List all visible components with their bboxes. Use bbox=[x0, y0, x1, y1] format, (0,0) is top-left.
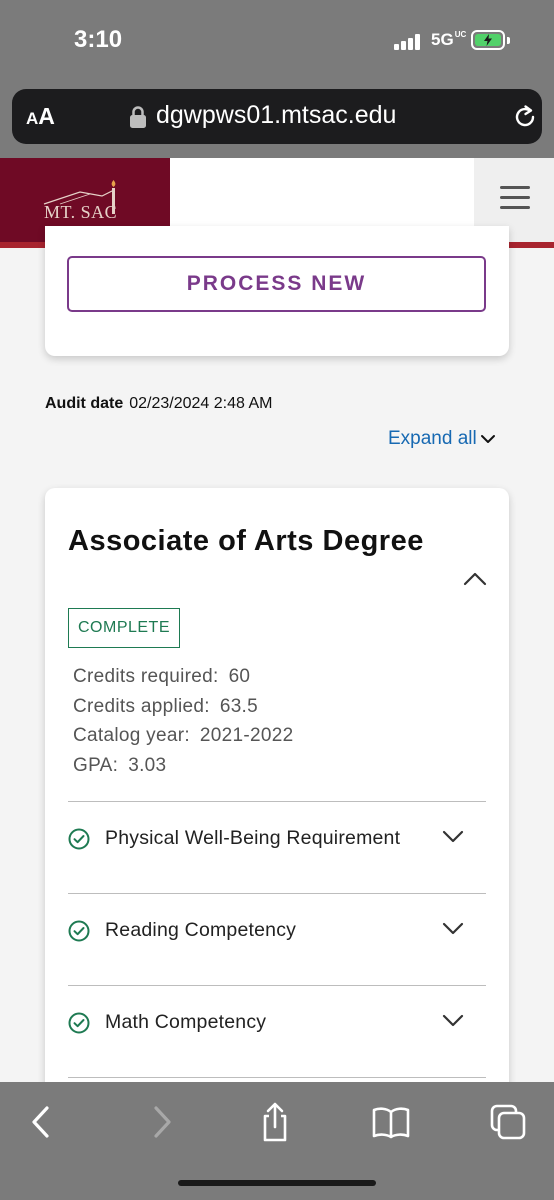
reader-text-size-button[interactable]: AA bbox=[26, 103, 55, 130]
network-sub: UC bbox=[454, 30, 467, 39]
detail-credits-required: Credits required: 60 bbox=[73, 666, 251, 687]
url-text[interactable]: dgwpws01.mtsac.edu bbox=[156, 101, 396, 130]
detail-catalog-year: Catalog year: 2021-2022 bbox=[73, 725, 294, 746]
requirement-row[interactable]: Math Competency bbox=[68, 985, 486, 1077]
address-bar[interactable]: AA dgwpws01.mtsac.edu bbox=[12, 89, 542, 144]
battery-cap bbox=[507, 37, 510, 44]
requirement-row[interactable]: Physical Well-Being Requirement bbox=[68, 801, 486, 893]
check-circle-icon bbox=[68, 828, 90, 850]
chevron-down-icon[interactable] bbox=[442, 922, 464, 936]
detail-credits-applied: Credits applied: 63.5 bbox=[73, 695, 259, 717]
bookmarks-icon[interactable] bbox=[371, 1102, 411, 1142]
chevron-down-icon[interactable] bbox=[442, 1014, 464, 1028]
network-type: 5G bbox=[431, 30, 454, 49]
degree-card: Associate of Arts Degree COMPLETE Credit… bbox=[45, 488, 509, 1128]
check-circle-icon bbox=[68, 920, 90, 942]
expand-all-label[interactable]: Expand all bbox=[388, 428, 477, 450]
network-indicator: 5GUC bbox=[431, 30, 466, 50]
expand-all-link[interactable]: Expand all bbox=[388, 428, 496, 450]
requirement-label[interactable]: Math Competency bbox=[105, 1011, 266, 1034]
degree-details: Credits required: 60 Credits applied: 63.5… bbox=[73, 662, 293, 780]
chevron-down-icon[interactable] bbox=[442, 830, 464, 844]
share-icon[interactable] bbox=[255, 1102, 295, 1142]
chevron-up-icon[interactable] bbox=[463, 570, 487, 586]
cellular-signal-icon bbox=[394, 34, 424, 50]
process-new-button[interactable]: PROCESS NEW bbox=[67, 256, 486, 312]
status-time: 3:10 bbox=[74, 26, 123, 53]
requirement-row[interactable]: Reading Competency bbox=[68, 893, 486, 985]
actions-card: PROCESS NEW bbox=[45, 226, 509, 356]
tabs-icon[interactable] bbox=[488, 1102, 528, 1142]
degree-title: Associate of Arts Degree bbox=[68, 525, 424, 557]
status-bar: 3:10 5GUC bbox=[0, 0, 554, 84]
detail-gpa: GPA: 3.03 bbox=[73, 754, 167, 776]
audit-date-label: Audit date bbox=[45, 395, 124, 412]
back-icon[interactable] bbox=[22, 1102, 62, 1142]
hamburger-menu-icon[interactable] bbox=[500, 186, 530, 210]
audit-date: Audit date 02/23/2024 2:48 AM bbox=[45, 395, 272, 413]
requirements-list: Physical Well-Being Requirement Reading … bbox=[68, 801, 486, 1078]
browser-chrome: 3:10 5GUC AA dgwpws01.mtsac.edu bbox=[0, 0, 554, 158]
forward-icon[interactable] bbox=[141, 1102, 181, 1142]
status-badge: COMPLETE bbox=[68, 608, 180, 648]
audit-date-value: 02/23/2024 2:48 AM bbox=[129, 395, 273, 412]
battery-icon bbox=[471, 30, 505, 50]
requirement-label[interactable]: Reading Competency bbox=[105, 919, 296, 942]
reload-icon[interactable] bbox=[512, 104, 538, 130]
brand-name: MT. SAC bbox=[44, 202, 118, 222]
chevron-down-icon bbox=[480, 435, 495, 443]
check-circle-icon bbox=[68, 1012, 90, 1034]
home-indicator[interactable] bbox=[178, 1180, 376, 1186]
divider bbox=[68, 1077, 486, 1078]
lock-icon bbox=[130, 106, 146, 128]
requirement-label[interactable]: Physical Well-Being Requirement bbox=[105, 827, 400, 850]
